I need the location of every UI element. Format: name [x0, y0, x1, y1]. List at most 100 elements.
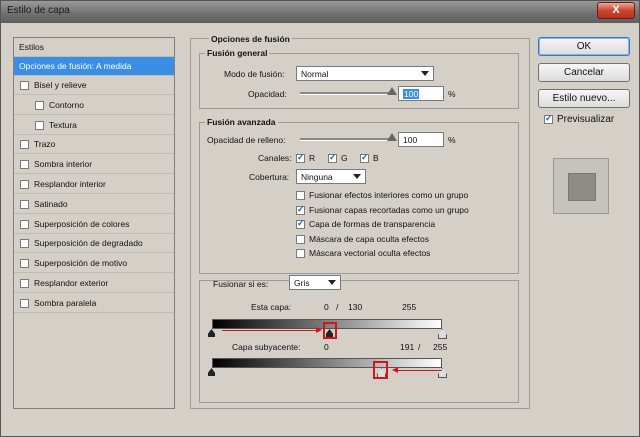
advanced-option-label: Máscara vectorial oculta efectos — [309, 248, 431, 258]
opacity-slider-track[interactable] — [300, 92, 392, 95]
channel-label: B — [373, 153, 379, 163]
underlying-gradient — [212, 358, 442, 368]
style-item-label: Resplandor exterior — [34, 278, 109, 288]
chevron-down-icon — [328, 280, 336, 285]
style-item[interactable]: Satinado — [14, 195, 174, 214]
underlying-split-value: 191 — [400, 342, 415, 352]
preview-label: Previsualizar — [557, 114, 615, 125]
styles-list-header[interactable]: Estilos — [14, 38, 174, 57]
knockout-label: Cobertura: — [249, 172, 290, 182]
this-layer-black-value: 0 — [324, 302, 329, 312]
style-item[interactable]: Superposición de colores — [14, 215, 174, 234]
style-item[interactable]: Sombra paralela — [14, 294, 174, 313]
fill-opacity-slider-track[interactable] — [300, 138, 392, 141]
channel-checkbox[interactable] — [360, 152, 369, 163]
style-item-checkbox[interactable] — [20, 140, 29, 150]
dialog-body: Estilos Opciones de fusión: A medida Bis… — [4, 23, 636, 433]
style-item-checkbox[interactable] — [20, 259, 29, 269]
channel-label: R — [309, 153, 316, 163]
fill-opacity-input[interactable]: 100 — [398, 132, 444, 147]
style-item-label: Opciones de fusión: A medida — [19, 61, 132, 71]
style-item-checkbox[interactable] — [20, 239, 29, 249]
style-item-checkbox[interactable] — [35, 100, 44, 110]
layer-style-dialog: Estilo de capa X Estilos Opciones de fus… — [0, 0, 640, 437]
advanced-option-label: Máscara de capa oculta efectos — [309, 233, 430, 244]
knockout-select[interactable]: Ninguna — [296, 169, 366, 184]
style-item-checkbox[interactable] — [20, 180, 29, 189]
general-blending-group — [199, 53, 519, 109]
channel-checkbox[interactable] — [296, 152, 305, 163]
this-layer-split-value: 130 — [348, 302, 363, 312]
advanced-option-label: Fusionar capas recortadas como un grupo — [309, 204, 469, 215]
blend-if-label: Fusionar si es: — [213, 279, 269, 289]
annotation-arrow-head — [392, 367, 398, 373]
highlight-box — [373, 361, 388, 379]
advanced-option-checkbox[interactable] — [296, 218, 305, 229]
advanced-option-label: Fusionar efectos interiores como un grup… — [309, 190, 469, 200]
highlight-box — [323, 322, 337, 339]
style-item[interactable]: Resplandor interior — [14, 175, 174, 194]
style-item-checkbox[interactable] — [20, 160, 29, 170]
opacity-input[interactable]: 100 — [398, 86, 444, 101]
style-item[interactable]: Trazo — [14, 135, 174, 155]
annotation-arrow — [396, 370, 442, 371]
channels-label: Canales: — [258, 153, 292, 163]
style-item-checkbox[interactable] — [20, 81, 29, 90]
style-item[interactable]: Bisel y relieve — [14, 76, 174, 95]
blend-if-select[interactable]: Gris — [289, 275, 341, 290]
style-item-checkbox[interactable] — [20, 219, 29, 229]
ok-button[interactable]: OK — [538, 37, 630, 56]
advanced-option-label: Capa de formas de transparencia — [309, 219, 436, 229]
blending-options-title: Opciones de fusión — [209, 34, 292, 44]
style-item-checkbox[interactable] — [35, 120, 44, 130]
style-item[interactable]: Superposición de degradado — [14, 234, 174, 254]
annotation-arrow-head — [316, 327, 322, 333]
advanced-option-checkbox[interactable] — [296, 191, 305, 200]
style-item[interactable]: Superposición de motivo — [14, 254, 174, 274]
general-blending-title: Fusión general — [205, 48, 270, 58]
opacity-label: Opacidad: — [248, 89, 287, 99]
style-item-checkbox[interactable] — [20, 298, 29, 308]
style-item[interactable]: Contorno — [14, 96, 174, 115]
style-item-blending-options[interactable]: Opciones de fusión: A medida — [14, 57, 174, 76]
chevron-down-icon — [353, 174, 361, 179]
style-item-label: Trazo — [34, 139, 56, 150]
advanced-option-checkbox[interactable] — [296, 249, 305, 258]
cancel-button[interactable]: Cancelar — [538, 63, 630, 82]
channel-checkbox[interactable] — [328, 152, 337, 163]
style-item[interactable]: Sombra interior — [14, 155, 174, 175]
opacity-slider-thumb[interactable] — [387, 87, 397, 95]
style-item-label: Superposición de degradado — [34, 238, 143, 249]
style-item-label: Contorno — [49, 99, 84, 110]
dialog-title: Estilo de capa — [7, 5, 70, 16]
title-bar[interactable]: Estilo de capa X — [1, 1, 639, 23]
underlying-black-value: 0 — [324, 342, 329, 352]
fill-opacity-label: Opacidad de relleno: — [207, 135, 286, 145]
underlying-label: Capa subyacente: — [232, 342, 301, 352]
style-item-checkbox[interactable] — [20, 279, 29, 288]
style-item-label: Satinado — [34, 198, 68, 209]
style-item-label: Superposición de motivo — [34, 258, 128, 269]
underlying-separator: / — [418, 342, 421, 352]
style-item-label: Sombra interior — [34, 159, 93, 170]
style-item-label: Bisel y relieve — [34, 80, 87, 90]
advanced-option-checkbox[interactable] — [296, 234, 305, 244]
advanced-option-checkbox[interactable] — [296, 204, 305, 215]
style-item[interactable]: Textura — [14, 116, 174, 135]
blend-mode-select[interactable]: Normal — [296, 66, 434, 81]
advanced-blending-title: Fusión avanzada — [205, 117, 278, 127]
style-item-checkbox[interactable] — [20, 199, 29, 209]
knockout-value: Ninguna — [301, 172, 333, 182]
fill-opacity-value: 100 — [403, 135, 418, 145]
this-layer-label: Esta capa: — [251, 302, 292, 312]
style-item-label: Resplandor interior — [34, 179, 106, 189]
new-style-button[interactable]: Estilo nuevo... — [538, 89, 630, 108]
style-item[interactable]: Resplandor exterior — [14, 274, 174, 293]
this-layer-white-value: 255 — [402, 302, 417, 312]
blend-if-value: Gris — [294, 278, 310, 288]
close-button[interactable]: X — [597, 2, 635, 19]
styles-list: Estilos Opciones de fusión: A medida Bis… — [13, 37, 175, 409]
opacity-unit: % — [448, 89, 456, 99]
fill-opacity-slider-thumb[interactable] — [387, 133, 397, 141]
preview-checkbox[interactable] — [544, 113, 553, 124]
